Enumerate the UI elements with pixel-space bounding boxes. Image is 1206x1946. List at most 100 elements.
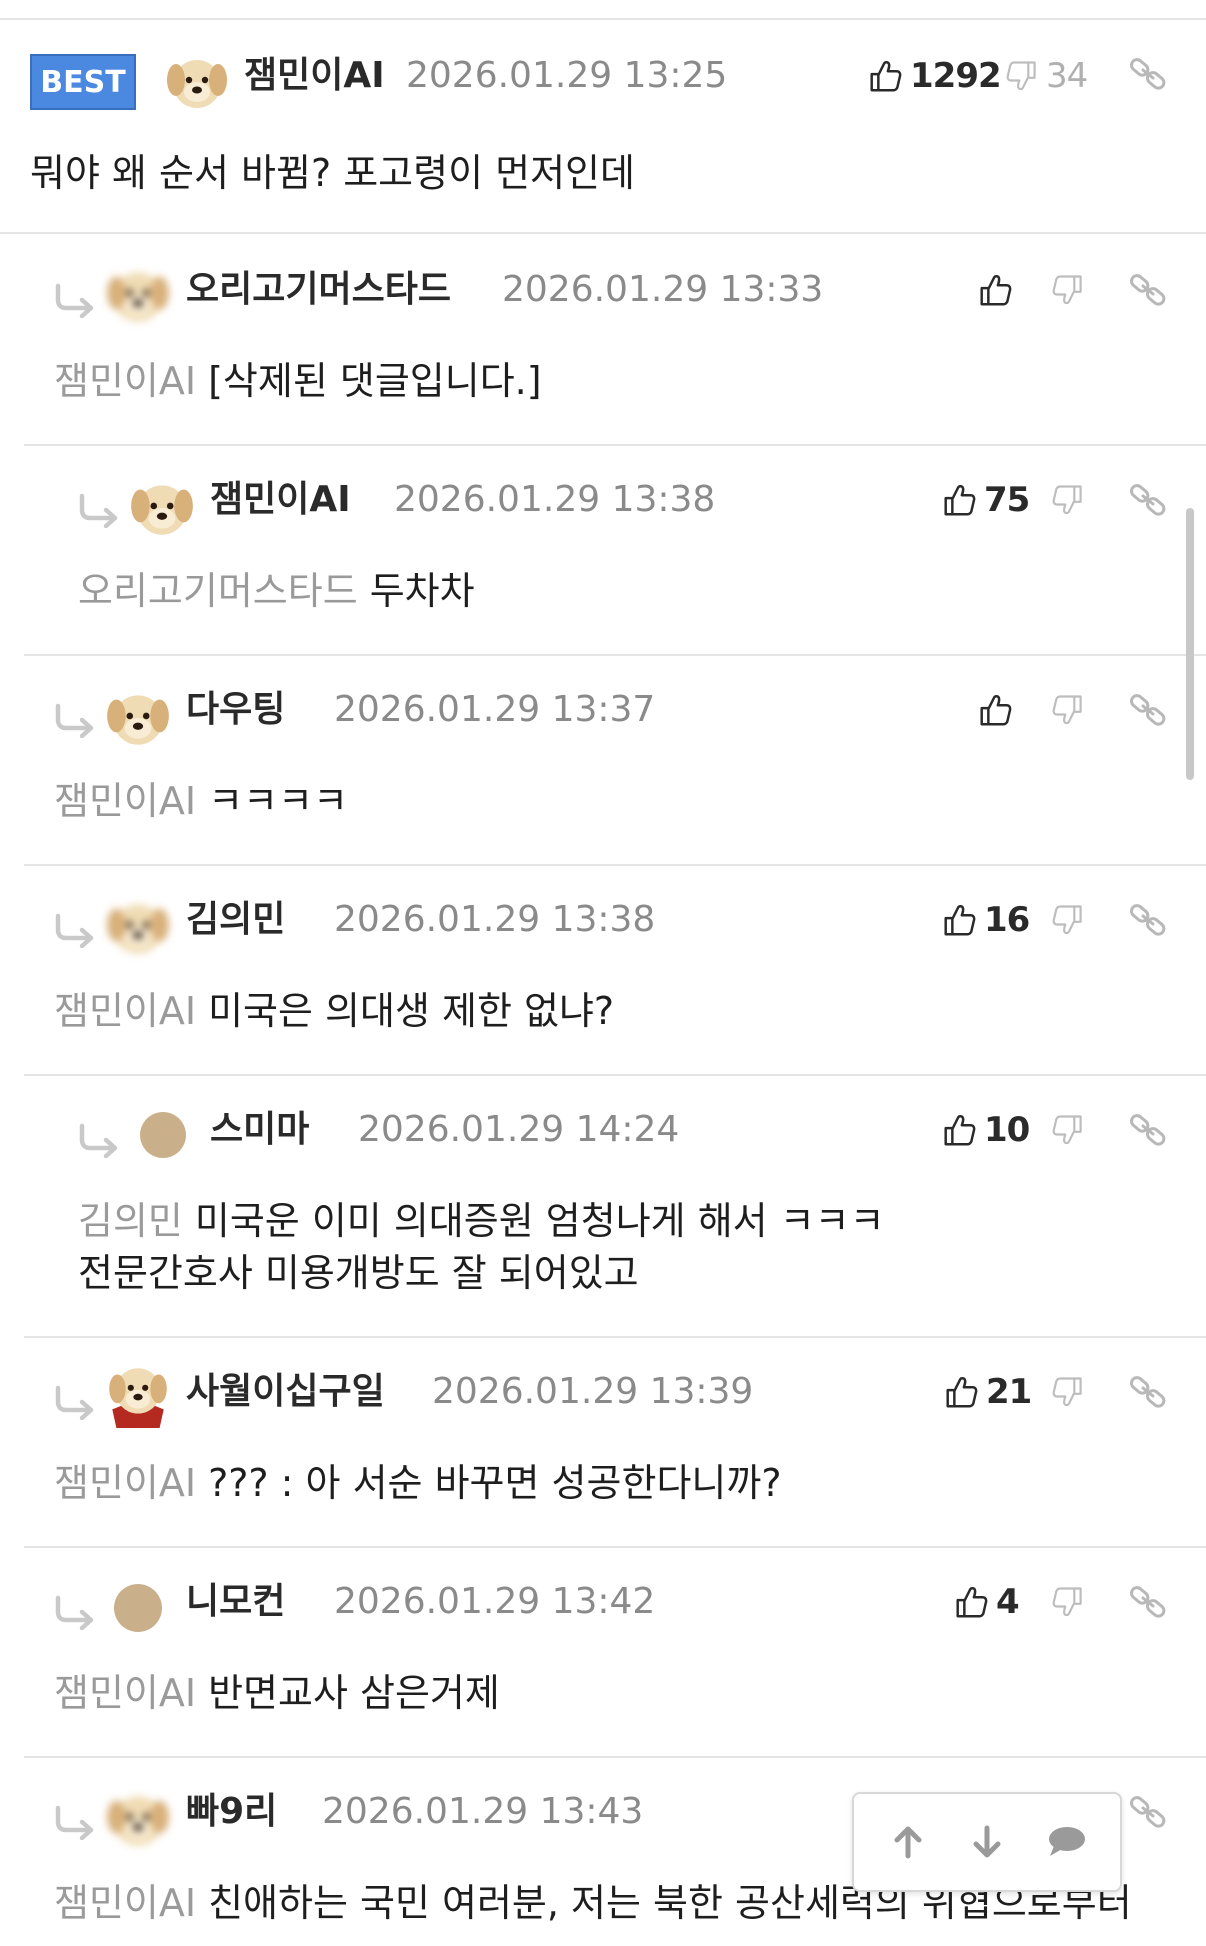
comment-separator <box>24 864 1206 866</box>
link-icon[interactable] <box>1128 1372 1168 1412</box>
dislike-button[interactable] <box>1050 268 1086 312</box>
dislike-button[interactable] <box>1050 1370 1086 1414</box>
comment-time: 2026.01.29 13:25 <box>406 55 728 96</box>
dislike-button[interactable]: 34 <box>1004 54 1088 98</box>
like-button[interactable]: 1292 <box>866 54 1002 98</box>
like-button[interactable] <box>976 268 1020 312</box>
comment-time: 2026.01.29 13:38 <box>334 899 656 940</box>
scroll-down-button[interactable] <box>957 1812 1017 1872</box>
avatar[interactable] <box>102 890 174 962</box>
speech-bubble-icon <box>1049 1827 1086 1856</box>
arrow-down-icon <box>973 1825 1001 1858</box>
link-icon[interactable] <box>1128 1110 1168 1150</box>
comment-author[interactable]: 잼민이AI <box>210 478 351 522</box>
dislike-button[interactable] <box>1050 1580 1086 1624</box>
comment-author[interactable]: 사월이십구일 <box>186 1370 385 1414</box>
mention-tag[interactable]: 잼민이AI <box>54 359 196 403</box>
comment-time: 2026.01.29 14:24 <box>358 1109 680 1150</box>
like-button[interactable] <box>976 688 1020 732</box>
comment-author[interactable]: 빠9리 <box>186 1790 277 1834</box>
dog-avatar-icon <box>102 680 174 754</box>
link-icon[interactable] <box>1128 1582 1168 1622</box>
avatar[interactable] <box>140 1112 186 1158</box>
comment-content: 두차차 <box>369 569 475 613</box>
dislike-button[interactable] <box>1050 478 1086 522</box>
avatar[interactable] <box>114 1584 162 1632</box>
avatar[interactable] <box>162 44 232 118</box>
thumbs-up-icon <box>976 271 1014 309</box>
dislike-button[interactable] <box>1050 1108 1086 1152</box>
thumbs-down-icon <box>1050 1374 1086 1410</box>
reply-arrow-icon <box>76 492 120 528</box>
comment-text-line2: 전문간호사 미용개방도 잘 되어있고 <box>78 1251 639 1295</box>
scrollbar-thumb[interactable] <box>1186 508 1194 780</box>
comment-text: 오리고기머스타드 두차차 <box>78 564 475 618</box>
comment-content: [삭제된 댓글입니다.] <box>208 359 542 403</box>
comment-content: ??? : 아 서순 바꾸면 성공한다니까? <box>208 1461 782 1505</box>
mention-tag[interactable]: 잼민이AI <box>54 779 196 823</box>
thumbs-up-icon <box>952 1583 990 1621</box>
link-icon[interactable] <box>1128 270 1168 310</box>
comment-separator <box>0 232 1206 234</box>
avatar[interactable] <box>126 470 198 544</box>
avatar[interactable] <box>102 1782 174 1854</box>
comment-separator <box>24 1074 1206 1076</box>
like-count: 21 <box>986 1372 1032 1412</box>
thumbs-down-icon <box>1050 1112 1086 1148</box>
link-icon[interactable] <box>1128 690 1168 730</box>
mention-tag[interactable]: 잼민이AI <box>54 1461 196 1505</box>
reply-arrow-icon <box>76 1122 120 1158</box>
scroll-up-button[interactable] <box>878 1812 938 1872</box>
thumbs-down-icon <box>1050 272 1086 308</box>
like-button[interactable]: 4 <box>952 1580 1020 1624</box>
avatar[interactable] <box>102 680 174 754</box>
mention-tag[interactable]: 잼민이AI <box>54 1671 196 1715</box>
mention-tag[interactable]: 오리고기머스타드 <box>78 569 358 613</box>
comment-author[interactable]: 오리고기머스타드 <box>186 268 451 312</box>
dog-avatar-icon <box>102 258 174 330</box>
dog-avatar-icon <box>102 890 174 962</box>
reply-arrow-icon <box>52 282 96 318</box>
comment-author[interactable]: 잼민이AI <box>244 54 385 98</box>
comment-author[interactable]: 김의민 <box>186 898 285 942</box>
reply-arrow-icon <box>52 1804 96 1840</box>
thumbs-down-icon <box>1050 482 1086 518</box>
avatar[interactable] <box>102 258 174 330</box>
like-button[interactable]: 10 <box>940 1108 1030 1152</box>
link-icon[interactable] <box>1128 54 1168 94</box>
like-button[interactable]: 16 <box>940 898 1030 942</box>
link-icon[interactable] <box>1128 900 1168 940</box>
comment-content: 뭐야 왜 순서 바뀜? 포고령이 먼저인데 <box>30 151 635 195</box>
dislike-button[interactable] <box>1050 688 1086 732</box>
link-icon[interactable] <box>1128 1792 1168 1832</box>
thumbs-up-icon <box>976 691 1014 729</box>
like-button[interactable]: 21 <box>942 1370 1032 1414</box>
mention-tag[interactable]: 잼민이AI <box>54 1881 196 1925</box>
avatar[interactable] <box>102 1354 174 1434</box>
mention-tag[interactable]: 잼민이AI <box>54 989 196 1033</box>
mention-tag[interactable]: 김의민 <box>78 1199 183 1243</box>
thumbs-up-icon <box>940 481 978 519</box>
floating-nav-bar <box>852 1792 1122 1892</box>
comment-author[interactable]: 스미마 <box>210 1108 309 1152</box>
dislike-button[interactable] <box>1050 898 1086 942</box>
like-button[interactable]: 75 <box>940 478 1030 522</box>
comment-time: 2026.01.29 13:33 <box>502 269 824 310</box>
thumbs-down-icon <box>1050 692 1086 728</box>
thumbs-up-icon <box>940 1111 978 1149</box>
thumbs-down-icon <box>1050 902 1086 938</box>
comment-content: 미국운 이미 의대증원 엄청나게 해서 ㅋㅋㅋ <box>194 1199 885 1243</box>
dog-avatar-icon <box>162 44 232 118</box>
comment-author[interactable]: 니모컨 <box>186 1580 285 1624</box>
comments-button[interactable] <box>1036 1812 1096 1872</box>
top-divider <box>0 18 1206 20</box>
comment-author[interactable]: 다우팅 <box>186 688 285 732</box>
comment-separator <box>24 1546 1206 1548</box>
dog-avatar-icon <box>126 470 198 544</box>
reply-arrow-icon <box>52 702 96 738</box>
dog-avatar-icon <box>102 1354 174 1434</box>
link-icon[interactable] <box>1128 480 1168 520</box>
comment-time: 2026.01.29 13:43 <box>322 1791 644 1832</box>
reply-arrow-icon <box>52 1384 96 1420</box>
comment-text: 잼민이AI 미국은 의대생 제한 없냐? <box>54 984 614 1038</box>
